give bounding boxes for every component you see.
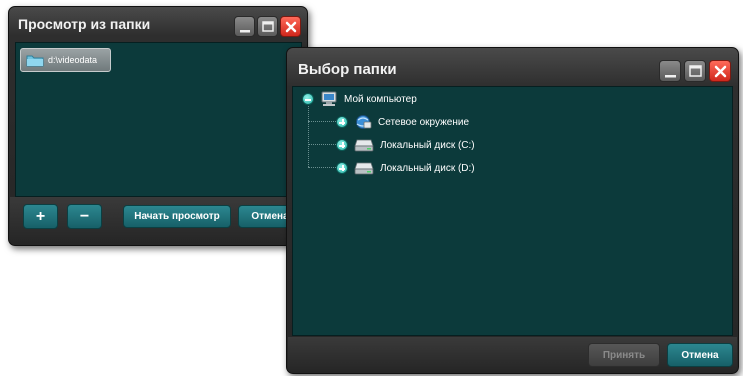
minimize-icon (665, 75, 676, 78)
folder-tree-panel: Мой компьютер Сетевое окружение Локальны… (292, 86, 733, 336)
expand-icon[interactable] (336, 162, 348, 174)
folder-view-window: Просмотр из папки d:\videodata + − Начат… (8, 6, 308, 246)
add-folder-button[interactable]: + (23, 204, 58, 229)
tree-item-network[interactable]: Сетевое окружение (336, 114, 469, 130)
tree-connector (308, 121, 336, 122)
tree-label: Мой компьютер (344, 93, 417, 105)
tree-connector (308, 167, 336, 168)
maximize-button[interactable] (684, 60, 706, 82)
expand-icon[interactable] (336, 139, 348, 151)
select-toolbar: Принять Отмена (288, 337, 737, 372)
tree-label: Локальный диск (D:) (380, 162, 475, 174)
tree-item-drive-c[interactable]: Локальный диск (C:) (336, 137, 475, 153)
minimize-icon (240, 30, 250, 33)
window-title: Выбор папки (298, 61, 397, 78)
start-view-button[interactable]: Начать просмотр (123, 205, 231, 228)
network-icon (356, 115, 372, 129)
hard-drive-icon (354, 162, 374, 175)
maximize-icon (689, 65, 702, 77)
tree-item-my-computer[interactable]: Мой компьютер (302, 91, 417, 107)
computer-icon (321, 91, 337, 106)
minimize-button[interactable] (234, 16, 255, 37)
window-title: Просмотр из папки (18, 16, 151, 32)
folder-path-label: d:\videodata (48, 55, 98, 65)
tree-label: Локальный диск (C:) (380, 139, 475, 151)
close-icon (714, 65, 727, 78)
hard-drive-icon (354, 139, 374, 152)
view-toolbar: + − Начать просмотр Отмена (10, 197, 306, 243)
close-button[interactable] (709, 60, 731, 82)
maximize-icon (262, 21, 274, 32)
tree-label: Сетевое окружение (378, 116, 470, 128)
tree-connector (308, 106, 309, 167)
collapse-icon[interactable] (302, 93, 314, 105)
tree-connector (308, 144, 336, 145)
folder-list-panel: d:\videodata (15, 42, 302, 197)
expand-icon[interactable] (336, 116, 348, 128)
close-icon (285, 21, 297, 33)
accept-button[interactable]: Принять (588, 343, 660, 367)
folder-icon (26, 55, 44, 67)
minimize-button[interactable] (659, 60, 681, 82)
maximize-button[interactable] (257, 16, 278, 37)
cancel-button[interactable]: Отмена (667, 343, 733, 367)
folder-item[interactable]: d:\videodata (20, 48, 111, 72)
folder-select-window: Выбор папки Мой компьютер Сетевое окруже… (286, 47, 739, 374)
remove-folder-button[interactable]: − (67, 204, 102, 229)
close-button[interactable] (280, 16, 301, 37)
tree-item-drive-d[interactable]: Локальный диск (D:) (336, 160, 475, 176)
